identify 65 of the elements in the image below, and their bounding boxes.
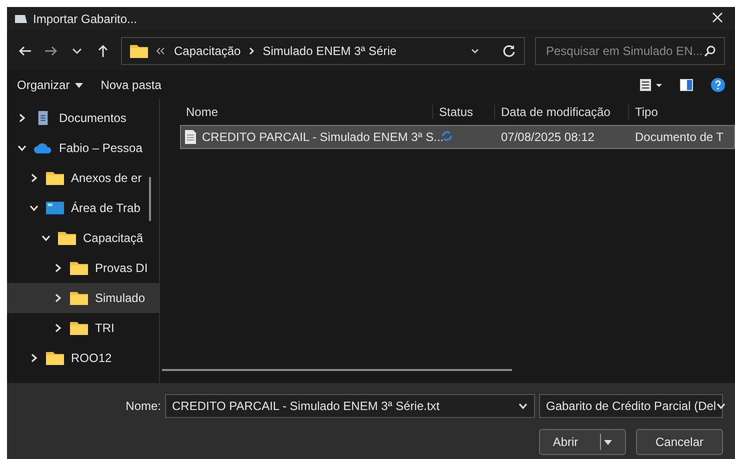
- help-icon[interactable]: [711, 78, 725, 92]
- sidebar-item[interactable]: Provas DI: [7, 253, 159, 283]
- file-type-dropdown[interactable]: Gabarito de Crédito Parcial (Del: [539, 394, 723, 418]
- column-header[interactable]: Data de modificação: [494, 105, 628, 119]
- folder-icon: [58, 231, 76, 245]
- view-options-icon[interactable]: [640, 79, 662, 91]
- file-name: CREDITO PARCAIL - Simulado ENEM 3ª S...: [202, 130, 444, 144]
- chevron-down-icon[interactable]: [716, 401, 726, 411]
- caret-icon[interactable]: [604, 440, 612, 444]
- chevron-right-icon[interactable]: [29, 173, 39, 183]
- caret-icon[interactable]: [74, 82, 83, 88]
- sidebar-item[interactable]: Capacitaçã: [7, 223, 159, 253]
- column-header[interactable]: Status: [432, 105, 494, 119]
- overflow-icon[interactable]: [156, 47, 166, 55]
- sidebar-item[interactable]: Documentos: [7, 103, 159, 133]
- sync-icon: [441, 130, 453, 142]
- separator-icon: [248, 47, 255, 55]
- cloud-icon: [34, 141, 52, 155]
- folder-icon: [46, 171, 64, 185]
- app-icon: [15, 14, 27, 24]
- open-button[interactable]: Abrir: [539, 429, 626, 455]
- folder-icon: [70, 291, 88, 305]
- file-name-field[interactable]: CREDITO PARCAIL - Simulado ENEM 3ª Série.txt: [165, 394, 535, 418]
- scrollbar-thumb[interactable]: [149, 177, 151, 221]
- chevron-down-icon[interactable]: [29, 203, 39, 213]
- chevron-down-icon[interactable]: [518, 401, 528, 411]
- sidebar-item[interactable]: TRI: [7, 313, 159, 343]
- address-bar[interactable]: Capacitação Simulado ENEM 3ª Série: [121, 37, 525, 65]
- sidebar-item[interactable]: Área de Trab: [7, 193, 159, 223]
- chevron-right-icon[interactable]: [53, 293, 63, 303]
- column-header[interactable]: Nome: [180, 105, 432, 119]
- folder-icon: [70, 321, 88, 335]
- refresh-icon[interactable]: [502, 44, 516, 58]
- folder-icon: [130, 44, 148, 58]
- chevron-down-icon[interactable]: [41, 233, 51, 243]
- text-file-icon: [185, 130, 196, 144]
- preview-pane-icon[interactable]: [680, 79, 693, 91]
- desktop-icon: [46, 201, 64, 215]
- chevron-right-icon[interactable]: [29, 353, 39, 363]
- window-title: Importar Gabarito...: [33, 12, 138, 26]
- file-type: Documento de T: [634, 130, 724, 144]
- sidebar-item[interactable]: Anexos de er: [7, 163, 159, 193]
- chevron-down-icon[interactable]: [17, 143, 27, 153]
- column-header[interactable]: Tipo: [628, 105, 735, 119]
- cancel-button[interactable]: Cancelar: [636, 429, 723, 455]
- new-folder-button[interactable]: Nova pasta: [100, 78, 162, 92]
- organize-menu[interactable]: Organizar: [17, 78, 83, 92]
- file-row[interactable]: CREDITO PARCAIL - Simulado ENEM 3ª S... 07/08/2025 08:12 Documento de T: [180, 125, 735, 149]
- breadcrumb[interactable]: Capacitação: [174, 44, 241, 58]
- breadcrumb[interactable]: Simulado ENEM 3ª Série: [262, 44, 397, 58]
- scrollbar-thumb[interactable]: [162, 369, 512, 371]
- folder-icon: [46, 351, 64, 365]
- chevron-right-icon[interactable]: [53, 263, 63, 273]
- search-field[interactable]: Pesquisar em Simulado EN...: [535, 37, 725, 65]
- sidebar-item[interactable]: Fabio – Pessoa: [7, 133, 159, 163]
- folder-icon: [70, 261, 88, 275]
- name-label: Nome:: [126, 399, 161, 413]
- chevron-down-icon[interactable]: [470, 46, 480, 56]
- sidebar-item[interactable]: Simulado: [7, 283, 159, 313]
- close-icon[interactable]: [712, 12, 723, 23]
- chevron-right-icon[interactable]: [17, 113, 27, 123]
- file-date: 07/08/2025 08:12: [500, 130, 596, 144]
- sidebar-item[interactable]: ROO12: [7, 343, 159, 373]
- search-icon[interactable]: [704, 45, 716, 57]
- chevron-right-icon[interactable]: [53, 323, 63, 333]
